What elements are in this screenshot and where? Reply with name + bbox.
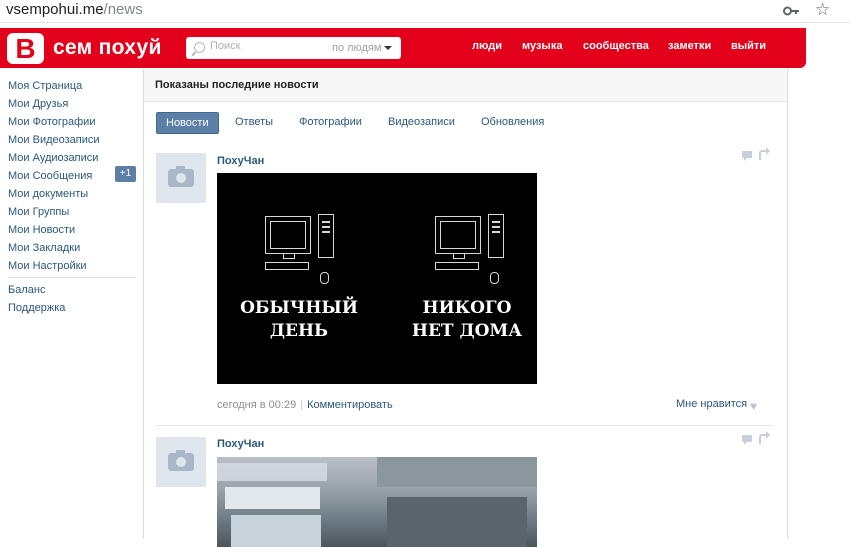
search-scope-select[interactable]: по людям	[332, 42, 382, 54]
camera-icon	[168, 450, 194, 471]
post-divider	[156, 425, 774, 426]
footer-separator: |	[300, 399, 304, 411]
computer-icon	[265, 214, 339, 284]
post-footer: сегодня в 00:29 | Комментировать	[217, 399, 393, 411]
post-image[interactable]	[217, 457, 537, 547]
bookmark-star-icon[interactable]: ☆	[815, 1, 830, 19]
comment-icon[interactable]	[742, 151, 752, 161]
tab-photos[interactable]: Фотографии	[290, 112, 371, 132]
search-box[interactable]: по людям	[186, 37, 401, 59]
messages-count-badge[interactable]: +1	[115, 166, 136, 182]
nav-notes[interactable]: заметки	[668, 40, 711, 52]
sidebar-item-photos[interactable]: Мои Фотографии	[8, 116, 95, 128]
meme-caption-right: НИКОГО НЕТ ДОМА	[411, 298, 523, 341]
tab-updates[interactable]: Обновления	[472, 112, 553, 132]
sidebar-item-audio[interactable]: Мои Аудиозаписи	[8, 152, 98, 164]
sidebar-item-my-page[interactable]: Моя Страница	[8, 80, 82, 92]
sidebar-item-groups[interactable]: Мои Группы	[8, 206, 69, 218]
avatar[interactable]	[156, 153, 206, 203]
tab-videos[interactable]: Видеозаписи	[379, 112, 464, 132]
nav-logout[interactable]: выйти	[731, 40, 766, 52]
key-icon[interactable]	[783, 4, 799, 18]
post-image[interactable]: ОБЫЧНЫЙ ДЕНЬ НИКОГО НЕТ ДОМА	[217, 173, 537, 384]
tab-replies[interactable]: Ответы	[226, 112, 282, 132]
nav-music[interactable]: музыка	[522, 40, 562, 52]
post-author[interactable]: ПохуЧан	[217, 438, 264, 450]
chevron-down-icon[interactable]	[384, 46, 392, 50]
news-feed: Показаны последние новости Новости Ответ…	[143, 69, 788, 547]
sidebar-item-balance[interactable]: Баланс	[8, 284, 45, 296]
nav-communities[interactable]: сообщества	[583, 40, 649, 52]
sidebar-divider	[8, 277, 136, 278]
sidebar-item-messages[interactable]: Мои Сообщения	[8, 170, 92, 182]
comment-link[interactable]: Комментировать	[307, 399, 393, 411]
computer-icon	[435, 214, 509, 284]
sidebar-item-bookmarks[interactable]: Мои Закладки	[8, 242, 80, 254]
sidebar-item-settings[interactable]: Мои Настройки	[8, 260, 87, 272]
post-author[interactable]: ПохуЧан	[217, 155, 264, 167]
sidebar-item-documents[interactable]: Мои документы	[8, 188, 88, 200]
url-text[interactable]: vsempohui.me/news	[6, 1, 143, 18]
nav-people[interactable]: люди	[472, 40, 502, 52]
page-title: Показаны последние новости	[155, 79, 319, 91]
camera-icon	[168, 166, 194, 187]
logo-text[interactable]: сем похуй	[53, 36, 162, 60]
heart-icon[interactable]: ♥	[750, 400, 762, 412]
comment-icon[interactable]	[742, 435, 752, 445]
browser-address-bar[interactable]: vsempohui.me/news ☆	[0, 0, 850, 23]
share-icon[interactable]	[759, 431, 770, 444]
meme-caption-left: ОБЫЧНЫЙ ДЕНЬ	[240, 298, 358, 341]
logo-letter[interactable]: В	[7, 33, 44, 64]
like-button[interactable]: Мне нравится	[676, 398, 747, 410]
search-icon	[194, 42, 205, 53]
search-input[interactable]	[210, 40, 310, 52]
sidebar-item-news[interactable]: Мои Новости	[8, 224, 75, 236]
site-header: В сем похуй по людям люди музыка сообщес…	[0, 28, 806, 68]
feed-header: Показаны последние новости	[144, 69, 787, 102]
share-icon[interactable]	[759, 147, 770, 160]
avatar[interactable]	[156, 437, 206, 487]
sidebar-item-support[interactable]: Поддержка	[8, 302, 65, 314]
sidebar-item-friends[interactable]: Мои Друзья	[8, 98, 68, 110]
post-timestamp[interactable]: сегодня в 00:29	[217, 399, 296, 411]
tab-news[interactable]: Новости	[156, 112, 219, 134]
sidebar-item-videos[interactable]: Мои Видеозаписи	[8, 134, 100, 146]
